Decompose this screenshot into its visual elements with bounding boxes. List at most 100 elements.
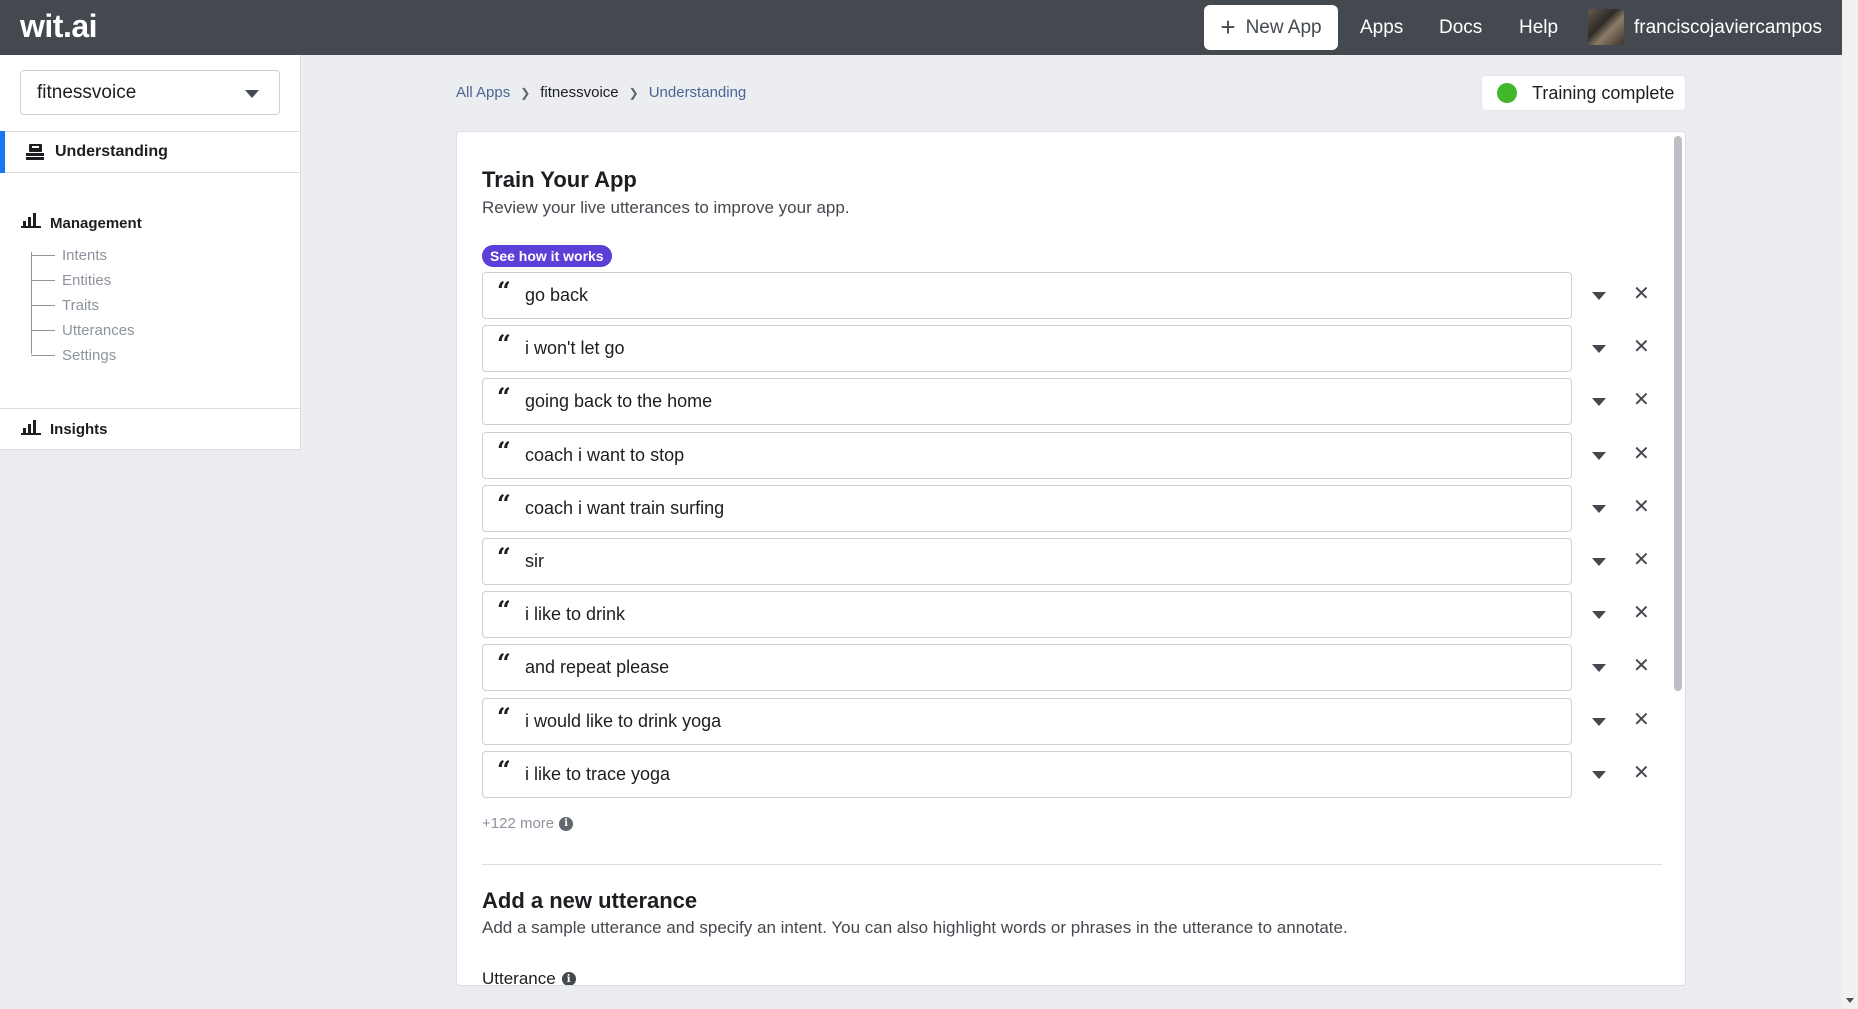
page-subtitle: Review your live utterances to improve y… [482, 198, 850, 217]
remove-close-icon[interactable]: ✕ [1633, 390, 1650, 410]
remove-close-icon[interactable]: ✕ [1633, 284, 1650, 304]
expand-chevron-down-icon[interactable] [1592, 292, 1606, 300]
understanding-label: Understanding [55, 143, 168, 160]
utterance-text: coach i want to stop [525, 445, 685, 465]
breadcrumb-all-apps[interactable]: All Apps [456, 84, 510, 101]
remove-close-icon[interactable]: ✕ [1633, 497, 1650, 517]
quote-icon: “ [497, 648, 511, 677]
new-app-button[interactable]: + New App [1204, 5, 1338, 50]
chevron-right-icon: ❯ [628, 85, 639, 100]
card-scrollbar[interactable] [1674, 136, 1682, 691]
main-card: Train Your App Review your live utteranc… [456, 131, 1686, 986]
utterance-text: i would like to drink yoga [525, 711, 722, 731]
chevron-right-icon: ❯ [520, 85, 531, 100]
utterance-text: i like to drink [525, 604, 626, 624]
sidebar-item-settings[interactable]: Settings [31, 345, 116, 365]
utterance-text: sir [525, 551, 544, 571]
scroll-down-arrow-icon[interactable] [1846, 998, 1854, 1003]
utterance-row[interactable]: “ coach i want to stop [482, 432, 1572, 479]
page-title: Train Your App [482, 167, 637, 192]
app-select-value: fitnessvoice [37, 81, 137, 103]
expand-chevron-down-icon[interactable] [1592, 558, 1606, 566]
nav-apps[interactable]: Apps [1360, 17, 1403, 39]
nav-help[interactable]: Help [1519, 17, 1558, 39]
breadcrumb-current[interactable]: Understanding [649, 84, 747, 101]
utterance-text: and repeat please [525, 657, 670, 677]
quote-icon: “ [497, 542, 511, 571]
expand-chevron-down-icon[interactable] [1592, 611, 1606, 619]
utterance-row[interactable]: “ going back to the home [482, 378, 1572, 425]
utterance-row[interactable]: “ sir [482, 538, 1572, 585]
management-icon [21, 213, 41, 228]
remove-close-icon[interactable]: ✕ [1633, 656, 1650, 676]
nav-docs[interactable]: Docs [1439, 17, 1482, 39]
wit-logo[interactable]: wit.ai [20, 8, 98, 45]
quote-icon: “ [497, 276, 511, 305]
sidebar-item-intents[interactable]: Intents [31, 245, 107, 265]
expand-chevron-down-icon[interactable] [1592, 664, 1606, 672]
sidebar-item-traits[interactable]: Traits [31, 295, 99, 315]
expand-chevron-down-icon[interactable] [1592, 771, 1606, 779]
app-select[interactable]: fitnessvoice [20, 70, 280, 115]
utterance-text: coach i want train surfing [525, 498, 725, 518]
chevron-down-icon [245, 90, 259, 98]
info-icon[interactable]: i [559, 816, 574, 831]
understanding-icon [26, 144, 44, 160]
new-app-label: New App [1245, 16, 1322, 38]
utterance-row[interactable]: “ and repeat please [482, 644, 1572, 691]
top-bar: wit.ai + New App Apps Docs Help francisc… [0, 0, 1842, 55]
utterance-row[interactable]: “ i would like to drink yoga [482, 698, 1572, 745]
sidebar: fitnessvoice Understanding Management In… [0, 55, 301, 450]
expand-chevron-down-icon[interactable] [1592, 452, 1606, 460]
remove-close-icon[interactable]: ✕ [1633, 337, 1650, 357]
remove-close-icon[interactable]: ✕ [1633, 763, 1650, 783]
page-scrollbar[interactable] [1842, 0, 1858, 1009]
utterance-text: going back to the home [525, 391, 713, 411]
expand-chevron-down-icon[interactable] [1592, 345, 1606, 353]
insights-icon [21, 420, 41, 435]
remove-close-icon[interactable]: ✕ [1633, 710, 1650, 730]
username[interactable]: franciscojaviercampos [1634, 17, 1822, 39]
remove-close-icon[interactable]: ✕ [1633, 603, 1650, 623]
sidebar-item-insights[interactable]: Insights [0, 408, 301, 450]
sidebar-item-understanding[interactable]: Understanding [0, 131, 301, 173]
quote-icon: “ [497, 436, 511, 465]
sidebar-item-entities[interactable]: Entities [31, 270, 111, 290]
see-how-it-works-button[interactable]: See how it works [482, 245, 612, 267]
expand-chevron-down-icon[interactable] [1592, 505, 1606, 513]
more-label: +122 more [482, 815, 555, 832]
remove-close-icon[interactable]: ✕ [1633, 444, 1650, 464]
divider [482, 864, 1662, 865]
insights-label: Insights [50, 421, 108, 438]
quote-icon: “ [497, 755, 511, 784]
quote-icon: “ [497, 329, 511, 358]
avatar[interactable] [1588, 9, 1624, 45]
quote-icon: “ [497, 702, 511, 731]
quote-icon: “ [497, 382, 511, 411]
sidebar-item-management[interactable]: Management [50, 215, 142, 232]
utterance-row[interactable]: “ i like to drink [482, 591, 1572, 638]
utterance-row[interactable]: “ i like to trace yoga [482, 751, 1572, 798]
utterance-text: go back [525, 285, 589, 305]
breadcrumb-app[interactable]: fitnessvoice [540, 84, 618, 101]
info-icon[interactable]: i [561, 972, 576, 985]
add-utterance-subtitle: Add a sample utterance and specify an in… [482, 918, 1348, 937]
expand-chevron-down-icon[interactable] [1592, 718, 1606, 726]
quote-icon: “ [497, 489, 511, 518]
quote-icon: “ [497, 595, 511, 624]
utterance-row[interactable]: “ go back [482, 272, 1572, 319]
utterance-text: i like to trace yoga [525, 764, 671, 784]
status-dot-icon [1497, 83, 1517, 103]
more-utterances: +122 more i [482, 815, 574, 832]
training-status-label: Training complete [1532, 82, 1675, 103]
expand-chevron-down-icon[interactable] [1592, 398, 1606, 406]
utterance-row[interactable]: “ coach i want train surfing [482, 485, 1572, 532]
utterance-field-label: Utterance i [482, 969, 576, 985]
plus-icon: + [1220, 11, 1236, 42]
training-status-badge: Training complete [1481, 75, 1686, 111]
utterance-row[interactable]: “ i won't let go [482, 325, 1572, 372]
add-utterance-title: Add a new utterance [482, 888, 698, 913]
sidebar-item-utterances[interactable]: Utterances [31, 320, 135, 340]
remove-close-icon[interactable]: ✕ [1633, 550, 1650, 570]
utterance-text: i won't let go [525, 338, 625, 358]
